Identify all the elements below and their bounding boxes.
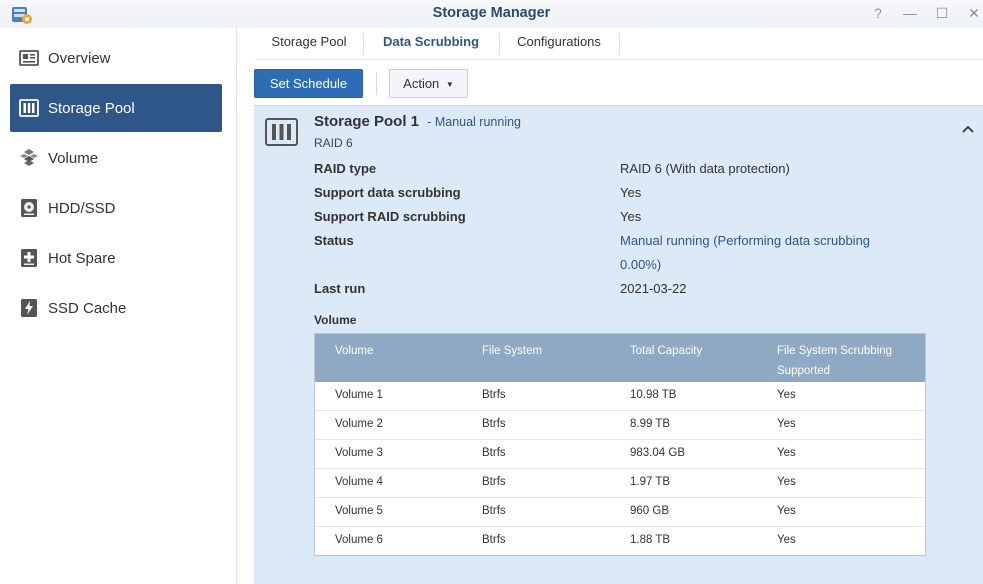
help-icon[interactable]: ?	[867, 3, 889, 23]
sidebar-item-label: Volume	[48, 149, 99, 167]
last-run-value: 2021-03-22	[620, 281, 687, 296]
support-raid-scrubbing-label: Support RAID scrubbing	[314, 209, 466, 224]
column-header-file-system[interactable]: File System	[482, 341, 542, 361]
cell-file-system: Btrfs	[482, 476, 506, 488]
sidebar-item-overview[interactable]: Overview	[10, 34, 222, 82]
cell-volume: Volume 6	[335, 534, 383, 546]
column-header-volume[interactable]: Volume	[335, 341, 373, 361]
volume-heading: Volume	[314, 313, 357, 327]
tab-bar: Storage Pool Data Scrubbing Configuratio…	[255, 28, 983, 60]
sidebar-item-label: Overview	[48, 49, 111, 67]
column-header-fs-scrubbing-line2: Supported	[777, 365, 831, 377]
cell-capacity: 10.98 TB	[630, 389, 677, 401]
storage-pool-icon	[265, 118, 298, 146]
cell-supported: Yes	[777, 447, 796, 459]
maximize-icon[interactable]: ☐	[931, 3, 953, 23]
table-row[interactable]: Volume 6 Btrfs 1.88 TB Yes	[315, 527, 925, 556]
ssd-cache-icon	[19, 298, 39, 318]
sidebar-item-volume[interactable]: Volume	[10, 134, 222, 182]
title-bar: Storage Manager ? — ☐ ✕	[0, 0, 983, 28]
storage-pool-icon	[19, 98, 39, 118]
cell-capacity: 960 GB	[630, 505, 669, 517]
column-header-fs-scrubbing[interactable]: File System Scrubbing Supported	[777, 341, 892, 381]
cell-file-system: Btrfs	[482, 418, 506, 430]
pool-raid-subtitle: RAID 6	[314, 136, 353, 150]
cell-volume: Volume 2	[335, 418, 383, 430]
cell-capacity: 1.88 TB	[630, 534, 671, 546]
status-label: Status	[314, 233, 354, 248]
cell-file-system: Btrfs	[482, 389, 506, 401]
pool-name: Storage Pool 1	[314, 113, 420, 130]
cell-file-system: Btrfs	[482, 505, 506, 517]
tab-configurations[interactable]: Configurations	[499, 28, 619, 59]
sidebar-item-hdd-ssd[interactable]: HDD/SSD	[10, 184, 222, 232]
cell-capacity: 983.04 GB	[630, 447, 685, 459]
sidebar: Overview Storage Pool Volume HDD/SSD Hot…	[0, 28, 237, 584]
cell-supported: Yes	[777, 476, 796, 488]
action-dropdown-button[interactable]: Action ▼	[389, 69, 468, 98]
last-run-label: Last run	[314, 281, 366, 296]
caret-down-icon: ▼	[445, 80, 454, 89]
close-icon[interactable]: ✕	[963, 3, 983, 23]
sidebar-item-label: HDD/SSD	[48, 199, 116, 217]
sidebar-item-hot-spare[interactable]: Hot Spare	[10, 234, 222, 282]
column-header-fs-scrubbing-line1: File System Scrubbing	[777, 345, 893, 357]
main-content: Storage Pool Data Scrubbing Configuratio…	[238, 28, 983, 584]
overview-icon	[19, 48, 39, 68]
cell-supported: Yes	[777, 534, 796, 546]
cell-capacity: 1.97 TB	[630, 476, 671, 488]
tab-divider	[619, 33, 620, 55]
hdd-icon	[19, 198, 39, 218]
table-row[interactable]: Volume 4 Btrfs 1.97 TB Yes	[315, 469, 925, 498]
hot-spare-icon	[19, 248, 39, 268]
sidebar-item-label: SSD Cache	[48, 299, 127, 317]
volume-icon	[19, 148, 39, 168]
support-raid-scrubbing-value: Yes	[620, 209, 642, 224]
tab-storage-pool[interactable]: Storage Pool	[255, 28, 363, 59]
table-row[interactable]: Volume 2 Btrfs 8.99 TB Yes	[315, 411, 925, 440]
tab-data-scrubbing[interactable]: Data Scrubbing	[363, 28, 499, 59]
storage-pool-panel: Storage Pool 1 - Manual running RAID 6 R…	[254, 105, 983, 584]
minimize-icon[interactable]: —	[899, 3, 921, 23]
status-value: Manual running (Performing data scrubbin…	[620, 233, 871, 248]
raid-type-value: RAID 6 (With data protection)	[620, 161, 790, 176]
support-data-scrubbing-value: Yes	[620, 185, 642, 200]
cell-volume: Volume 1	[335, 389, 383, 401]
window-title: Storage Manager	[432, 5, 551, 21]
sidebar-item-ssd-cache[interactable]: SSD Cache	[10, 284, 222, 332]
cell-file-system: Btrfs	[482, 534, 506, 546]
cell-file-system: Btrfs	[482, 447, 506, 459]
sidebar-item-label: Storage Pool	[48, 99, 135, 117]
table-row[interactable]: Volume 5 Btrfs 960 GB Yes	[315, 498, 925, 527]
action-label: Action	[403, 76, 440, 91]
sidebar-item-storage-pool[interactable]: Storage Pool	[10, 84, 222, 132]
cell-supported: Yes	[777, 505, 796, 517]
toolbar-divider	[376, 72, 377, 95]
cell-supported: Yes	[777, 389, 796, 401]
chevron-up-icon[interactable]	[961, 122, 975, 136]
cell-volume: Volume 5	[335, 505, 383, 517]
volume-table: Volume File System Total Capacity File S…	[314, 333, 926, 556]
status-value-progress: 0.00%)	[620, 257, 662, 272]
cell-volume: Volume 4	[335, 476, 383, 488]
support-data-scrubbing-label: Support data scrubbing	[314, 185, 461, 200]
table-row[interactable]: Volume 1 Btrfs 10.98 TB Yes	[315, 382, 925, 411]
set-schedule-button[interactable]: Set Schedule	[254, 69, 363, 98]
raid-type-label: RAID type	[314, 161, 377, 176]
pool-state: - Manual running	[427, 115, 522, 129]
cell-supported: Yes	[777, 418, 796, 430]
sidebar-item-label: Hot Spare	[48, 249, 116, 267]
column-header-total-capacity[interactable]: Total Capacity	[630, 341, 702, 361]
cell-volume: Volume 3	[335, 447, 383, 459]
table-row[interactable]: Volume 3 Btrfs 983.04 GB Yes	[315, 440, 925, 469]
cell-capacity: 8.99 TB	[630, 418, 671, 430]
table-header: Volume File System Total Capacity File S…	[315, 334, 925, 382]
pool-title: Storage Pool 1 - Manual running	[314, 113, 521, 130]
